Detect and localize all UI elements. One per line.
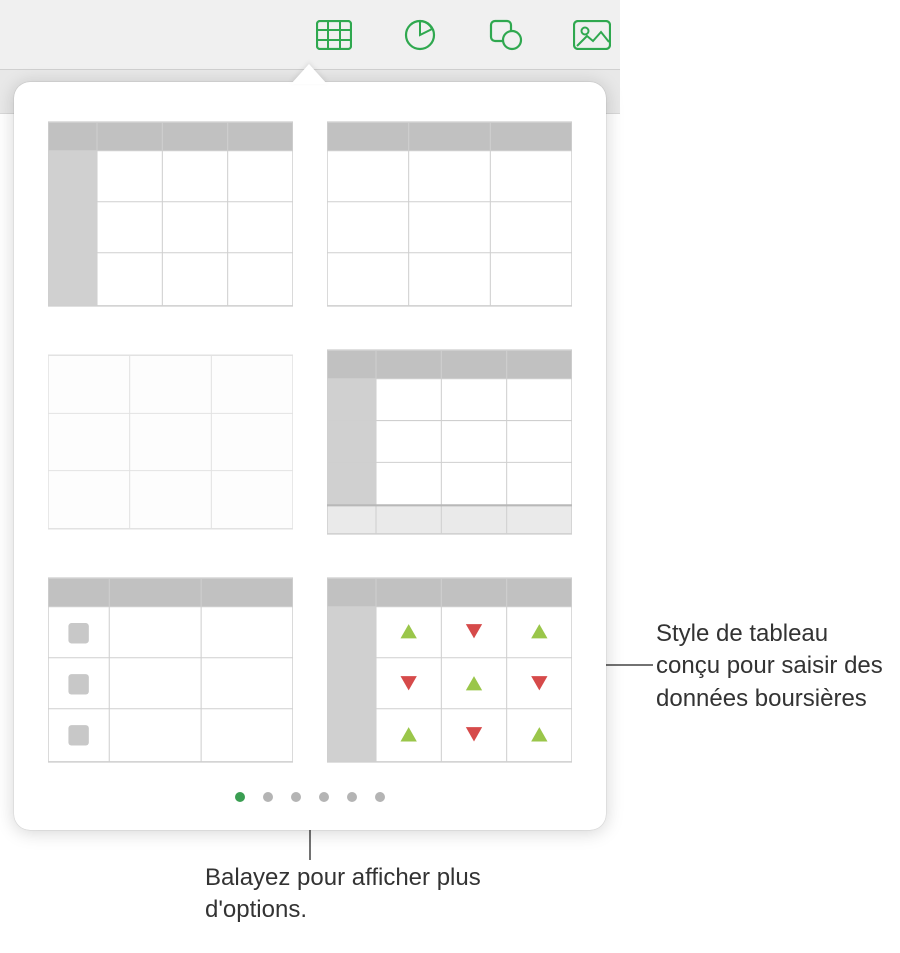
callout-pager: Balayez pour afficher plus d'options. — [205, 862, 505, 927]
table-styles-popover — [14, 82, 606, 830]
popover-tip — [291, 64, 327, 84]
table-style-stock[interactable] — [327, 572, 572, 768]
page-dot-2[interactable] — [263, 792, 273, 802]
table-icon[interactable] — [314, 15, 354, 55]
page-dot-4[interactable] — [319, 792, 329, 802]
table-styles-grid — [48, 116, 572, 768]
page-dot-3[interactable] — [291, 792, 301, 802]
page-dot-5[interactable] — [347, 792, 357, 802]
page-dot-6[interactable] — [375, 792, 385, 802]
table-style-checklist[interactable] — [48, 572, 293, 768]
table-style-plain[interactable] — [48, 344, 293, 540]
shape-icon[interactable] — [486, 15, 526, 55]
table-style-header-row[interactable] — [327, 116, 572, 312]
chart-icon[interactable] — [400, 15, 440, 55]
media-icon[interactable] — [572, 15, 612, 55]
toolbar — [0, 0, 620, 70]
table-style-header-row-col[interactable] — [48, 116, 293, 312]
page-dot-1[interactable] — [235, 792, 245, 802]
page-indicator[interactable] — [48, 782, 572, 812]
table-style-header-footer[interactable] — [327, 344, 572, 540]
callout-stock-style: Style de tableau conçu pour saisir des d… — [656, 618, 886, 715]
